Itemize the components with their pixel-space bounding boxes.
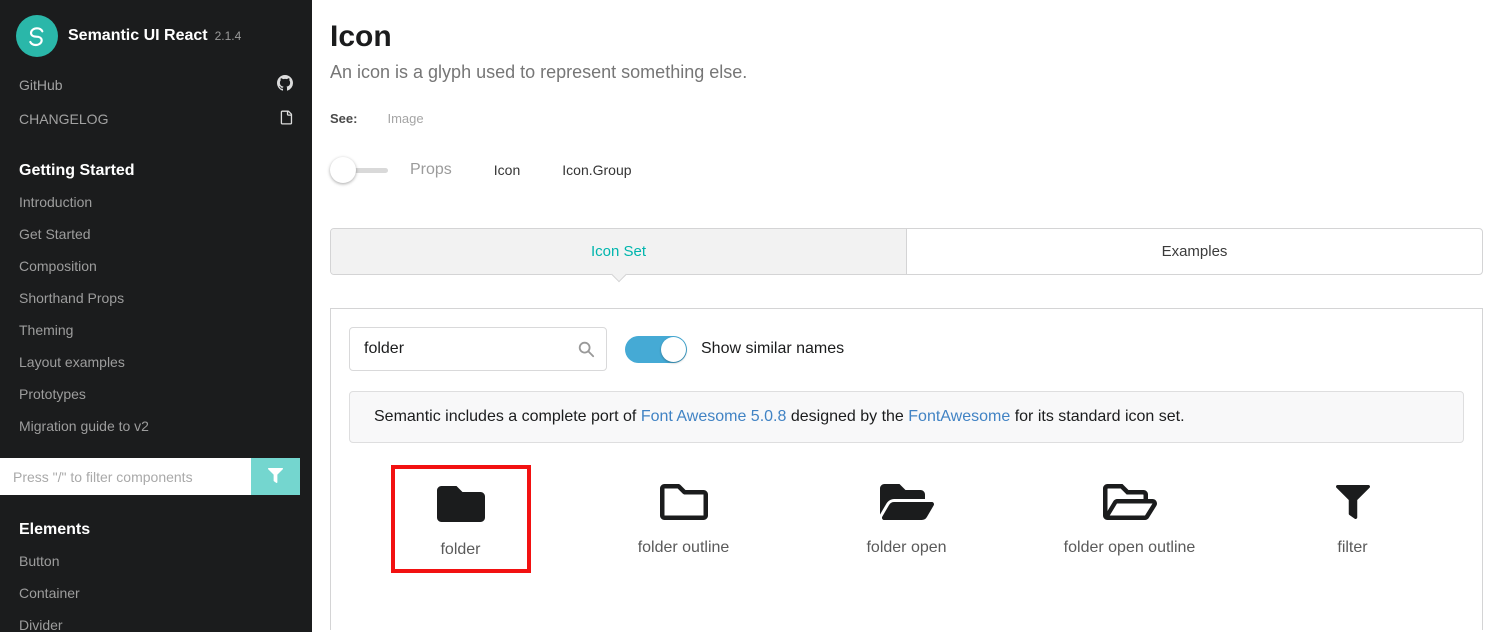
props-row: Props Icon Icon.Group — [330, 156, 1483, 184]
changelog-link-label: CHANGELOG — [19, 111, 108, 127]
sidebar-link-github[interactable]: GitHub — [0, 67, 312, 102]
github-link-label: GitHub — [19, 77, 63, 93]
message-text: designed by the — [786, 408, 908, 425]
icon-card-folder-open-outline[interactable]: folder open outline — [1038, 465, 1222, 569]
github-icon — [277, 75, 293, 94]
icon-search-controls: Show similar names — [349, 327, 1464, 371]
sidebar-item-shorthand-props[interactable]: Shorthand Props — [0, 282, 312, 314]
tab-icon-set[interactable]: Icon Set — [331, 229, 906, 274]
props-label: Props — [410, 161, 452, 179]
sidebar-item-get-started[interactable]: Get Started — [0, 218, 312, 250]
brand[interactable]: Semantic UI React 2.1.4 — [0, 0, 312, 67]
icon-label: folder open — [866, 539, 946, 557]
icon-card-folder[interactable]: folder — [391, 465, 531, 573]
slider-knob — [330, 157, 356, 183]
font-awesome-message: Semantic includes a complete port of Fon… — [349, 391, 1464, 443]
folder-icon — [437, 483, 485, 525]
main-content: Icon An icon is a glyph used to represen… — [312, 0, 1499, 632]
show-similar-names-toggle[interactable] — [625, 336, 687, 363]
folder-open-outline-icon — [1103, 481, 1157, 523]
icon-card-folder-open[interactable]: folder open — [840, 465, 972, 569]
icon-label: folder — [440, 541, 480, 559]
sidebar-item-theming[interactable]: Theming — [0, 314, 312, 346]
icon-cell: filter — [1241, 465, 1464, 573]
icon-card-filter[interactable]: filter — [1310, 465, 1396, 569]
tab-examples[interactable]: Examples — [906, 229, 1482, 274]
component-filter-input[interactable] — [0, 458, 251, 495]
sidebar-heading-elements: Elements — [0, 511, 312, 545]
sidebar-link-changelog[interactable]: CHANGELOG — [0, 102, 312, 136]
icon-label: filter — [1337, 539, 1367, 557]
sidebar-item-button[interactable]: Button — [0, 545, 312, 577]
search-icon — [577, 340, 595, 363]
icon-label: folder open outline — [1064, 539, 1196, 557]
brand-version: 2.1.4 — [215, 29, 242, 43]
filter-icon — [268, 468, 283, 486]
icon-card-folder-outline[interactable]: folder outline — [612, 465, 756, 569]
props-item-icon-group[interactable]: Icon.Group — [562, 162, 631, 178]
show-similar-names-label: Show similar names — [701, 340, 844, 358]
file-icon — [279, 110, 293, 128]
tab-menu: Icon Set Examples — [330, 228, 1483, 275]
icon-search-input[interactable] — [349, 327, 607, 371]
sidebar-item-composition[interactable]: Composition — [0, 250, 312, 282]
page-subtitle: An icon is a glyph used to represent som… — [330, 62, 1483, 83]
sidebar-item-layout-examples[interactable]: Layout examples — [0, 346, 312, 378]
filter-icon — [1336, 481, 1370, 523]
sidebar-item-container[interactable]: Container — [0, 577, 312, 609]
icon-grid: folder folder outline folder open — [349, 465, 1464, 573]
message-text: for its standard icon set. — [1010, 408, 1184, 425]
message-text: Semantic includes a complete port of — [374, 408, 641, 425]
icon-cell: folder — [349, 465, 572, 573]
sidebar-item-prototypes[interactable]: Prototypes — [0, 378, 312, 410]
semantic-logo-icon — [16, 15, 58, 57]
folder-open-icon — [880, 481, 934, 523]
icon-cell: folder outline — [572, 465, 795, 573]
icon-label: folder outline — [638, 539, 730, 557]
toggle-knob — [661, 337, 686, 362]
icon-search — [349, 327, 607, 371]
icon-set-panel: Show similar names Semantic includes a c… — [330, 308, 1483, 630]
font-awesome-version-link[interactable]: Font Awesome 5.0.8 — [641, 408, 787, 425]
sidebar: Semantic UI React 2.1.4 GitHub CHANGELOG… — [0, 0, 312, 632]
icon-cell: folder open — [795, 465, 1018, 573]
font-awesome-link[interactable]: FontAwesome — [908, 408, 1010, 425]
see-label: See: — [330, 111, 357, 126]
sidebar-item-divider[interactable]: Divider — [0, 609, 312, 632]
folder-outline-icon — [660, 481, 708, 523]
page-title: Icon — [330, 20, 1483, 54]
see-also-row: See: Image — [330, 111, 1483, 126]
component-filter-button[interactable] — [251, 458, 300, 495]
brand-name: Semantic UI React — [68, 27, 208, 45]
sidebar-heading-getting-started: Getting Started — [0, 152, 312, 186]
sidebar-item-introduction[interactable]: Introduction — [0, 186, 312, 218]
see-link-image[interactable]: Image — [387, 111, 423, 126]
component-filter — [0, 458, 300, 495]
props-toggle-slider[interactable] — [330, 157, 390, 183]
sidebar-item-migration-guide[interactable]: Migration guide to v2 — [0, 410, 312, 442]
icon-cell: folder open outline — [1018, 465, 1241, 573]
props-item-icon[interactable]: Icon — [494, 162, 520, 178]
